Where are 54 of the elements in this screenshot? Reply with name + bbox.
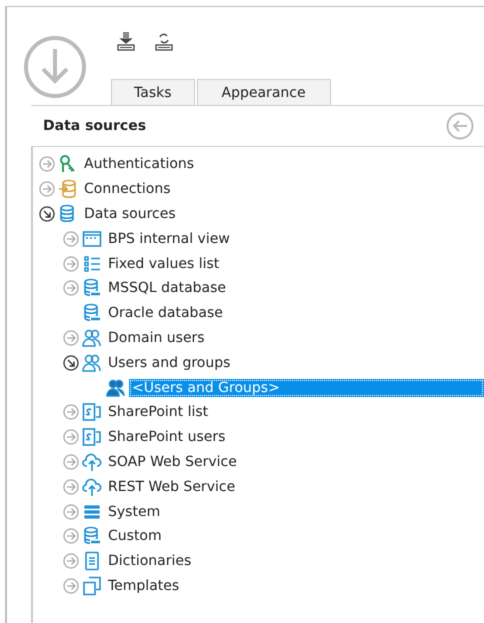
window-icon xyxy=(82,228,102,249)
cloud-icon xyxy=(82,452,102,472)
sharepoint-icon xyxy=(82,427,102,448)
expand-toggle-icon[interactable] xyxy=(63,230,79,247)
expand-toggle-icon[interactable] xyxy=(63,478,79,495)
expand-toggle-icon[interactable] xyxy=(63,330,79,346)
tree-item[interactable]: Templates xyxy=(105,576,182,595)
database-arrow-icon xyxy=(58,179,78,200)
tree-item[interactable]: Fixed values list xyxy=(105,254,222,273)
tree-item[interactable]: Oracle database xyxy=(105,304,226,322)
tree-item[interactable]: Connections xyxy=(81,180,174,198)
expand-toggle-icon[interactable] xyxy=(63,404,79,420)
expand-toggle-icon[interactable] xyxy=(63,454,79,470)
user-group-icon xyxy=(106,378,126,398)
users-icon xyxy=(82,352,102,373)
expand-toggle-icon[interactable] xyxy=(39,181,55,198)
expand-toggle-icon[interactable] xyxy=(63,578,79,594)
cloud-icon xyxy=(82,476,102,497)
tab[interactable]: Tasks xyxy=(111,79,195,105)
expand-toggle-icon[interactable] xyxy=(63,528,79,544)
tree-item[interactable]: MSSQL database xyxy=(105,279,230,298)
tree-item[interactable]: Dictionaries xyxy=(105,552,194,570)
expand-toggle-icon[interactable] xyxy=(39,156,55,172)
expand-toggle-icon[interactable] xyxy=(63,280,79,296)
tree-item[interactable]: SOAP Web Service xyxy=(105,452,240,471)
database-icon xyxy=(82,303,102,324)
expand-toggle-icon[interactable] xyxy=(63,429,79,446)
tree-item[interactable]: Custom xyxy=(105,527,165,546)
expand-toggle-icon[interactable] xyxy=(63,553,79,570)
tree-item[interactable]: System xyxy=(105,502,164,521)
expand-toggle-icon[interactable] xyxy=(63,504,79,520)
panel-title: Data sources xyxy=(43,118,146,134)
tree-item[interactable]: Authentications xyxy=(81,155,198,174)
tree-item[interactable]: Users and groups xyxy=(105,354,234,372)
download-icon[interactable] xyxy=(23,35,87,99)
list-icon xyxy=(82,254,102,274)
users-icon xyxy=(82,328,102,348)
templates-icon xyxy=(82,576,102,596)
tab[interactable]: Appearance xyxy=(196,79,331,105)
back-icon[interactable] xyxy=(446,112,474,140)
collapse-toggle-icon[interactable] xyxy=(63,354,79,371)
database-icon xyxy=(82,278,102,298)
tree-item[interactable]: REST Web Service xyxy=(105,478,238,496)
document-icon xyxy=(82,551,102,572)
collapse-toggle-icon[interactable] xyxy=(39,206,55,222)
expand-toggle-icon[interactable] xyxy=(63,256,79,272)
tree-item[interactable]: Data sources xyxy=(81,204,179,223)
tree-item[interactable]: SharePoint list xyxy=(105,403,212,422)
refresh-icon[interactable] xyxy=(153,31,175,53)
tree-item[interactable]: SharePoint users xyxy=(105,428,228,446)
sharepoint-icon xyxy=(82,402,102,422)
import-icon[interactable] xyxy=(115,31,137,53)
tree-item[interactable]: BPS internal view xyxy=(105,230,233,248)
tree-item[interactable]: Domain users xyxy=(105,328,208,347)
